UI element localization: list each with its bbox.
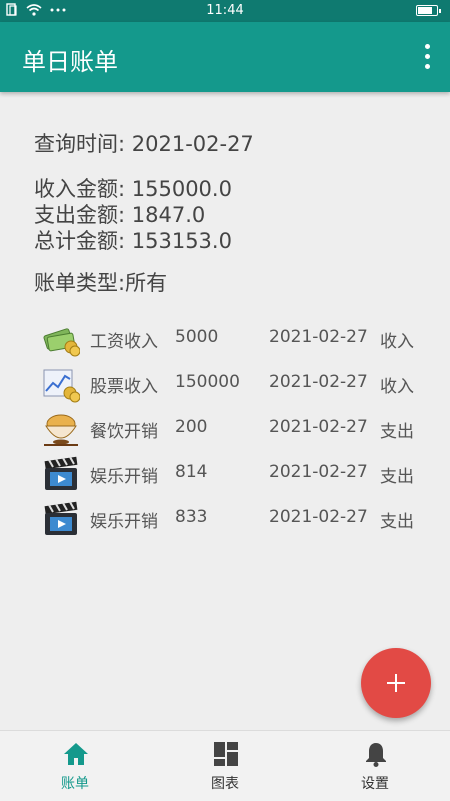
bill-list: 工资收入 5000 2021-02-27 收入 股票收入 150000 2021… [42,316,442,541]
list-item[interactable]: 娱乐开销 833 2021-02-27 支出 [42,496,442,541]
bell-icon [366,743,386,767]
bill-amount: 200 [175,417,208,437]
bill-amount: 833 [175,507,208,527]
bill-type-label: 支出 [380,512,414,532]
bill-date: 2021-02-27 [269,462,368,482]
bill-date: 2021-02-27 [269,372,368,392]
status-time: 11:44 [206,3,244,18]
bill-name: 股票收入 [90,377,158,397]
money-icon [43,328,80,357]
bill-type-label: 支出 [380,467,414,487]
bill-date: 2021-02-27 [269,327,368,347]
bill-name: 餐饮开销 [90,422,158,442]
bill-amount: 814 [175,462,208,482]
list-item[interactable]: 娱乐开销 814 2021-02-27 支出 [42,451,442,496]
bill-type-label: 收入 [380,377,414,397]
query-time: 查询时间: 2021-02-27 [34,132,254,156]
bill-name: 娱乐开销 [90,467,158,487]
list-item[interactable]: 餐饮开销 200 2021-02-27 支出 [42,406,442,451]
app-bar: 单日账单 [0,22,450,92]
nav-label: 账单 [61,776,89,792]
nav-item-bills[interactable]: 账单 [0,731,150,801]
page-title: 单日账单 [22,48,118,76]
bill-name: 娱乐开销 [90,512,158,532]
nav-item-charts[interactable]: 图表 [150,731,300,801]
clapperboard-icon [44,501,78,535]
add-bill-button[interactable] [361,648,431,718]
bottom-nav: 账单 图表 设置 [0,730,450,801]
nav-label: 图表 [211,776,239,792]
bill-type-label: 支出 [380,422,414,442]
home-icon [64,743,88,765]
food-bowl-icon [44,414,78,446]
battery-icon [416,5,441,16]
dashboard-icon [214,742,238,766]
list-item[interactable]: 股票收入 150000 2021-02-27 收入 [42,361,442,406]
overflow-menu-icon[interactable] [422,44,432,70]
stock-chart-icon [43,369,80,403]
nav-label: 设置 [361,776,389,792]
bill-amount: 5000 [175,327,219,347]
nav-item-settings[interactable]: 设置 [300,731,450,801]
clapperboard-icon [44,456,78,490]
bill-name: 工资收入 [90,332,158,352]
bill-type-label: 收入 [380,332,414,352]
bill-date: 2021-02-27 [269,507,368,527]
status-bar: 11:44 [0,0,450,22]
list-item[interactable]: 工资收入 5000 2021-02-27 收入 [42,316,442,361]
bill-date: 2021-02-27 [269,417,368,437]
bill-amount: 150000 [175,372,240,392]
net-total: 总计金额: 153153.0 [34,229,232,253]
bill-type: 账单类型:所有 [34,271,168,295]
